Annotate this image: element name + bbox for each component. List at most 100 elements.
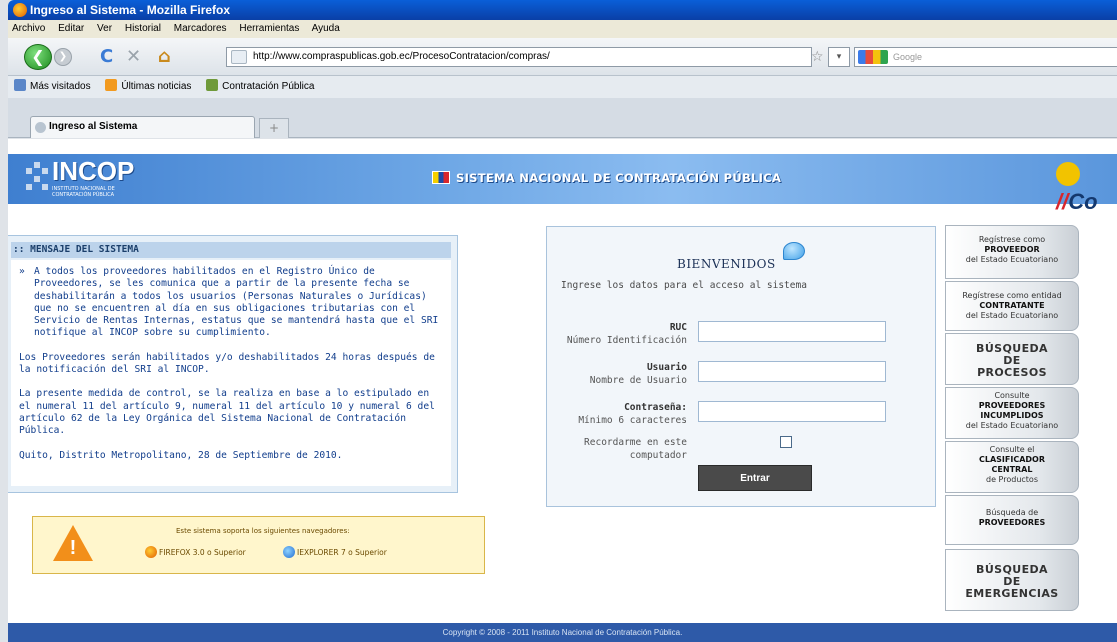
iexplorer-icon — [283, 546, 295, 558]
logo-square — [26, 184, 32, 190]
btn-line: Regístrese como entidad — [962, 291, 1062, 300]
registro-contratante-button[interactable]: Regístrese como entidad CONTRATANTE del Es… — [945, 281, 1079, 331]
btn-line: Búsqueda de — [985, 508, 1039, 517]
notice-title: Este sistema soporta los siguientes nave… — [176, 527, 350, 535]
home-icon[interactable]: ⌂ — [158, 46, 171, 68]
compras-logo-icon — [1056, 162, 1080, 186]
bookmark-star-icon[interactable]: ☆ — [811, 49, 824, 65]
bookmark-ultimas-noticias[interactable]: Últimas noticias — [105, 79, 192, 92]
message-paragraph: Los Proveedores serán habilitados y/o de… — [19, 351, 435, 376]
url-dropdown-button[interactable]: ▾ — [828, 47, 850, 67]
btn-line-bold: CLASIFICADOR — [978, 455, 1045, 464]
menu-historial[interactable]: Historial — [125, 23, 161, 34]
window-title: Ingreso al Sistema - Mozilla Firefox — [30, 3, 231, 17]
btn-line-bold: PROVEEDOR — [984, 245, 1040, 254]
menu-archivo[interactable]: Archivo — [12, 23, 45, 34]
google-icon[interactable] — [858, 50, 888, 64]
usuario-label-title: Usuario — [646, 362, 687, 373]
entrar-button[interactable]: Entrar — [698, 465, 812, 491]
proveedores-incumplidos-button[interactable]: Consulte PROVEEDORES INCUMPLIDOS del Estado… — [945, 387, 1079, 439]
registro-proveedor-button[interactable]: Regístrese como PROVEEDOR del Estado Ecuat… — [945, 225, 1079, 279]
btn-line: del Estado Ecuatoriano — [965, 421, 1059, 430]
ruc-label: RUC Número Identificación — [547, 321, 687, 347]
browser-support-notice: ! Este sistema soporta los siguientes na… — [32, 516, 485, 574]
message-body: » A todos los proveedores habilitados en… — [11, 260, 451, 486]
contrasena-label-sub: Mínimo 6 caracteres — [578, 415, 687, 426]
contrasena-label-title: Contraseña: — [624, 402, 687, 413]
title-bar: Ingreso al Sistema - Mozilla Firefox — [8, 0, 1117, 20]
remember-line1: Recordarme en este — [584, 437, 687, 448]
back-button[interactable]: ❮ — [24, 44, 52, 70]
busqueda-proveedores-button[interactable]: Búsqueda de PROVEEDORES — [945, 495, 1079, 545]
forward-button[interactable]: ❯ — [54, 48, 72, 66]
btn-line: del Estado Ecuatoriano — [965, 311, 1059, 320]
login-instructions: Ingrese los datos para el acceso al sist… — [561, 280, 807, 291]
search-bar[interactable]: Google — [854, 47, 1117, 67]
btn-line-big: EMERGENCIAS — [965, 587, 1059, 600]
bookmark-contratacion-publica[interactable]: Contratación Pública — [206, 79, 315, 92]
site-icon — [206, 79, 219, 91]
menu-ayuda[interactable]: Ayuda — [312, 23, 340, 34]
system-title-text: SISTEMA NACIONAL DE CONTRATACIÓN PÚBLICA — [456, 171, 782, 185]
btn-line: Consulte el — [989, 445, 1035, 454]
firefox-icon — [145, 546, 157, 558]
incop-logo[interactable]: INCOP INSTITUTO NACIONAL DE CONTRATACIÓN… — [22, 156, 142, 198]
url-text: http://www.compraspublicas.gob.ec/Proces… — [253, 51, 550, 62]
contrasena-label: Contraseña: Mínimo 6 caracteres — [547, 401, 687, 427]
logo-square — [34, 176, 40, 182]
new-tab-button[interactable]: + — [259, 118, 289, 138]
bookmark-label: Contratación Pública — [222, 81, 315, 92]
url-bar[interactable]: http://www.compraspublicas.gob.ec/Proces… — [226, 47, 812, 67]
tab-favicon-icon — [35, 122, 46, 133]
tab-label: Ingreso al Sistema — [49, 121, 138, 132]
menu-editar[interactable]: Editar — [58, 23, 84, 34]
contrasena-input[interactable] — [698, 401, 886, 422]
message-paragraph: A todos los proveedores habilitados en e… — [34, 266, 439, 339]
compras-publicas-logo[interactable]: //Co — [1056, 162, 1117, 215]
message-header: :: MENSAJE DEL SISTEMA — [11, 242, 451, 258]
remember-line2: computador — [629, 450, 687, 461]
compras-logo-text: Co — [1068, 189, 1098, 214]
right-navigation: Regístrese como PROVEEDOR del Estado Ecuat… — [945, 225, 1079, 613]
ruc-label-sub: Número Identificación — [566, 335, 687, 346]
system-message-panel: :: MENSAJE DEL SISTEMA » A todos los pro… — [8, 235, 458, 493]
logo-slashes: // — [1056, 189, 1069, 214]
reload-icon[interactable]: C — [100, 46, 113, 68]
btn-line: del Estado Ecuatoriano — [965, 255, 1059, 264]
menu-herramientas[interactable]: Herramientas — [239, 23, 299, 34]
iexplorer-support[interactable]: IEXPLORER 7 o Superior — [283, 546, 387, 558]
logo-square — [42, 168, 48, 174]
navigation-toolbar: ❮ ❯ C ✕ ⌂ http://www.compraspublicas.gob… — [8, 38, 1117, 76]
site-identity-icon[interactable] — [231, 50, 247, 64]
menu-marcadores[interactable]: Marcadores — [174, 23, 227, 34]
btn-line: de Productos — [986, 475, 1038, 484]
menu-ver[interactable]: Ver — [97, 23, 112, 34]
btn-line-big: PROCESOS — [977, 366, 1047, 379]
bookmark-icon — [14, 79, 26, 91]
clasificador-central-button[interactable]: Consulte el CLASIFICADOR CENTRAL de Product… — [945, 441, 1079, 493]
firefox-support[interactable]: FIREFOX 3.0 o Superior — [145, 546, 246, 558]
ruc-label-title: RUC — [669, 322, 687, 333]
ecuador-flag-icon — [432, 171, 450, 184]
btn-line-bold: CONTRATANTE — [979, 301, 1045, 310]
bookmark-label: Últimas noticias — [121, 81, 192, 92]
menu-bar: Archivo Editar Ver Historial Marcadores … — [8, 20, 1117, 38]
usuario-input[interactable] — [698, 361, 886, 382]
btn-line-bold: PROVEEDORES — [978, 518, 1046, 527]
site-banner: INCOP INSTITUTO NACIONAL DE CONTRATACIÓN… — [8, 154, 1117, 214]
browser-window: Ingreso al Sistema - Mozilla Firefox Arc… — [0, 0, 1117, 642]
system-title: SISTEMA NACIONAL DE CONTRATACIÓN PÚBLICA — [432, 171, 781, 185]
chat-bubble-icon — [783, 242, 805, 260]
busqueda-emergencias-button[interactable]: BÚSQUEDA DE EMERGENCIAS — [945, 549, 1079, 611]
ruc-input[interactable] — [698, 321, 886, 342]
btn-line-bold: INCUMPLIDOS — [980, 411, 1044, 420]
stop-icon[interactable]: ✕ — [126, 46, 141, 68]
busqueda-procesos-button[interactable]: BÚSQUEDA DE PROCESOS — [945, 333, 1079, 385]
bookmark-mas-visitados[interactable]: Más visitados — [14, 79, 91, 92]
message-paragraph: La presente medida de control, se la rea… — [19, 388, 435, 437]
remember-checkbox[interactable] — [780, 436, 792, 448]
logo-subtitle: INSTITUTO NACIONAL DE CONTRATACIÓN PÚBLI… — [52, 186, 115, 198]
btn-line: Regístrese como — [978, 235, 1046, 244]
bookmark-label: Más visitados — [30, 81, 91, 92]
tab-ingreso[interactable]: Ingreso al Sistema — [30, 116, 255, 138]
